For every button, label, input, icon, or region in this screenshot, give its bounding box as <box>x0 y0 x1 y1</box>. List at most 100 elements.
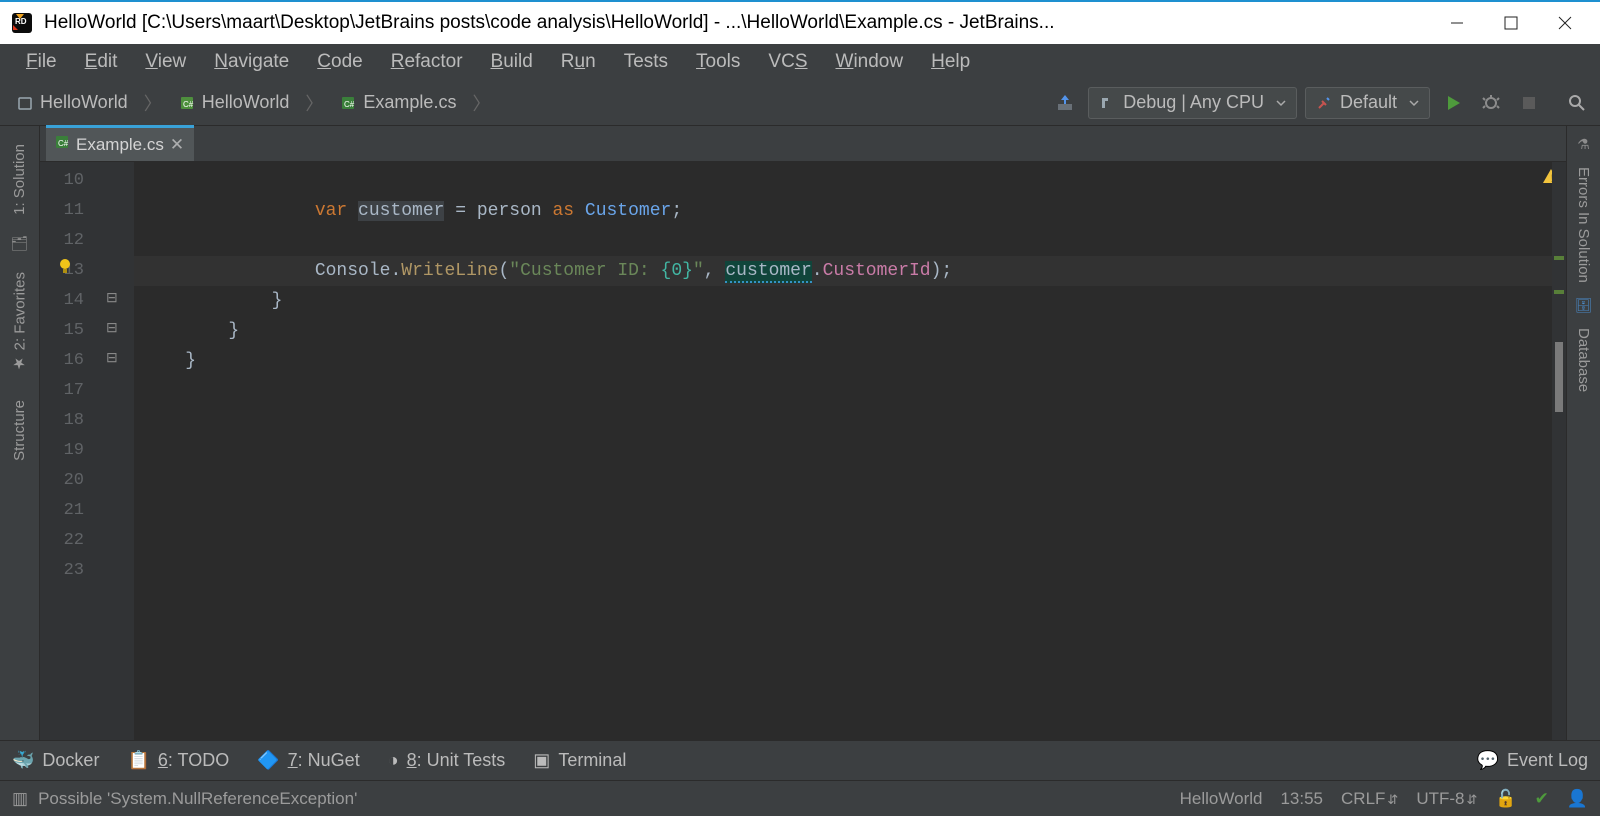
line-number-gutter: 1011121314151617181920212223 <box>40 162 94 740</box>
minimize-button[interactable] <box>1430 3 1484 43</box>
label: Docker <box>42 750 99 771</box>
tool-nuget[interactable]: 🔷7: NuGet <box>257 750 359 771</box>
menu-run[interactable]: Run <box>547 47 610 77</box>
menu-build[interactable]: Build <box>477 47 547 77</box>
scheme-selector[interactable]: Default <box>1305 87 1430 119</box>
fold-end-icon[interactable]: ⊟ <box>106 289 118 306</box>
line-number: 12 <box>40 226 84 256</box>
line-number: 17 <box>40 376 84 406</box>
maximize-button[interactable] <box>1484 3 1538 43</box>
bottom-tool-bar: 🐳Docker 📋6: TODO 🔷7: NuGet ◑8: Unit Test… <box>0 740 1600 780</box>
run-config-selector[interactable]: Debug | Any CPU <box>1088 87 1297 119</box>
code-editor[interactable]: 1011121314151617181920212223 ⊟ ⊟ ⊟ ! var… <box>40 162 1566 740</box>
breadcrumb-label: HelloWorld <box>40 92 128 113</box>
breadcrumb-project[interactable]: C# HelloWorld <box>170 89 298 116</box>
inspection-ok-icon[interactable]: ✔ <box>1535 789 1549 809</box>
identifier: person <box>477 201 542 221</box>
svg-text:C#: C# <box>344 100 355 109</box>
tool-docker[interactable]: 🐳Docker <box>12 750 99 771</box>
fold-gutter: ⊟ ⊟ ⊟ <box>94 162 134 740</box>
cs-file-icon: C# <box>54 134 70 155</box>
menu-window[interactable]: Window <box>822 47 918 77</box>
tool-window-errors[interactable]: Errors In Solution <box>1573 159 1594 291</box>
lock-icon[interactable]: 🔓 <box>1495 789 1516 809</box>
punct: . <box>812 261 823 281</box>
punct: = <box>444 201 476 221</box>
menu-tests[interactable]: Tests <box>610 47 682 77</box>
status-time: 13:55 <box>1280 789 1323 809</box>
menu-code[interactable]: Code <box>303 47 376 77</box>
svg-text:C#: C# <box>183 100 194 109</box>
debug-button[interactable] <box>1476 88 1506 118</box>
line-number: 22 <box>40 526 84 556</box>
intention-bulb-icon[interactable] <box>56 256 74 286</box>
label: Event Log <box>1507 750 1588 771</box>
tool-todo[interactable]: 📋6: TODO <box>127 750 229 771</box>
menu-refactor[interactable]: Refactor <box>377 47 477 77</box>
chevron-right-icon: 〉 <box>303 90 325 116</box>
variable: customer <box>358 201 444 221</box>
tool-window-solution[interactable]: 1: Solution <box>9 136 30 223</box>
close-button[interactable] <box>1538 3 1592 43</box>
marker-green[interactable] <box>1554 290 1564 294</box>
solution-icon <box>16 94 34 112</box>
status-encoding[interactable]: UTF-8 <box>1416 789 1477 809</box>
tool-window-structure[interactable]: Structure <box>9 392 30 469</box>
status-message: Possible 'System.NullReferenceException' <box>38 789 357 809</box>
close-icon[interactable]: ✕ <box>170 135 184 155</box>
editor-tab-example[interactable]: C# Example.cs ✕ <box>46 125 194 161</box>
status-bar: ▥ Possible 'System.NullReferenceExceptio… <box>0 780 1600 816</box>
menu-view[interactable]: View <box>131 47 200 77</box>
run-button[interactable] <box>1438 88 1468 118</box>
panel-toggle-icon[interactable]: ▥ <box>12 789 28 809</box>
label: Terminal <box>558 750 626 771</box>
tool-window-database[interactable]: Database <box>1573 320 1594 400</box>
tool-window-favorites[interactable]: ★ 2: Favorites <box>9 264 31 380</box>
menu-edit[interactable]: Edit <box>71 47 132 77</box>
code-area[interactable]: ! var customer = person as Customer; Con… <box>134 162 1566 740</box>
chevron-down-icon <box>1409 98 1419 108</box>
fold-end-icon[interactable]: ⊟ <box>106 319 118 336</box>
build-icon[interactable] <box>1050 88 1080 118</box>
punct: ; <box>671 201 682 221</box>
tool-unit-tests[interactable]: ◑8: Unit Tests <box>388 750 506 771</box>
chevron-down-icon <box>1276 98 1286 108</box>
keyword: as <box>542 201 585 221</box>
marker-green[interactable] <box>1554 256 1564 260</box>
menu-navigate[interactable]: Navigate <box>200 47 303 77</box>
menu-help[interactable]: Help <box>917 47 984 77</box>
status-project[interactable]: HelloWorld <box>1180 789 1263 809</box>
stop-button[interactable] <box>1514 88 1544 118</box>
cs-file-icon: C# <box>339 94 357 112</box>
line-number: 14 <box>40 286 84 316</box>
code-line: } <box>134 286 1566 316</box>
breadcrumb-label: Example.cs <box>363 92 456 113</box>
svg-text:C#: C# <box>58 139 69 148</box>
menu-tools[interactable]: Tools <box>682 47 754 77</box>
ide-notifications-icon[interactable]: 👤 <box>1567 789 1588 809</box>
format-token: {0} <box>661 261 693 281</box>
fold-end-icon[interactable]: ⊟ <box>106 349 118 366</box>
error-stripe[interactable] <box>1552 162 1566 740</box>
bookmark-icon: 🗂 <box>11 235 29 252</box>
breadcrumb-solution[interactable]: HelloWorld <box>8 89 136 116</box>
database-icon[interactable]: 🗄 <box>1575 297 1593 314</box>
tool-event-log[interactable]: 💬Event Log <box>1477 750 1588 771</box>
breadcrumb-label: HelloWorld <box>202 92 290 113</box>
left-tool-strip: 1: Solution 🗂 ★ 2: Favorites Structure <box>0 126 40 740</box>
string: "Customer ID: <box>509 261 660 281</box>
hammer-icon <box>1099 95 1115 111</box>
menu-file[interactable]: File <box>12 47 71 77</box>
nuget-icon: 🔷 <box>257 750 279 771</box>
scrollbar-thumb[interactable] <box>1555 342 1563 412</box>
flask-icon[interactable]: ⚗ <box>1577 136 1590 153</box>
search-everywhere-icon[interactable] <box>1562 88 1592 118</box>
status-line-separator[interactable]: CRLF <box>1341 789 1398 809</box>
breadcrumb-file[interactable]: C# Example.cs <box>331 89 464 116</box>
chevron-right-icon: 〉 <box>142 90 164 116</box>
tool-terminal[interactable]: ▣Terminal <box>533 750 626 771</box>
chevron-right-icon: 〉 <box>470 90 492 116</box>
menu-vcs[interactable]: VCS <box>754 47 821 77</box>
breadcrumb: HelloWorld 〉 C# HelloWorld 〉 C# Example.… <box>8 89 1050 116</box>
label: 1: Solution <box>11 144 28 215</box>
